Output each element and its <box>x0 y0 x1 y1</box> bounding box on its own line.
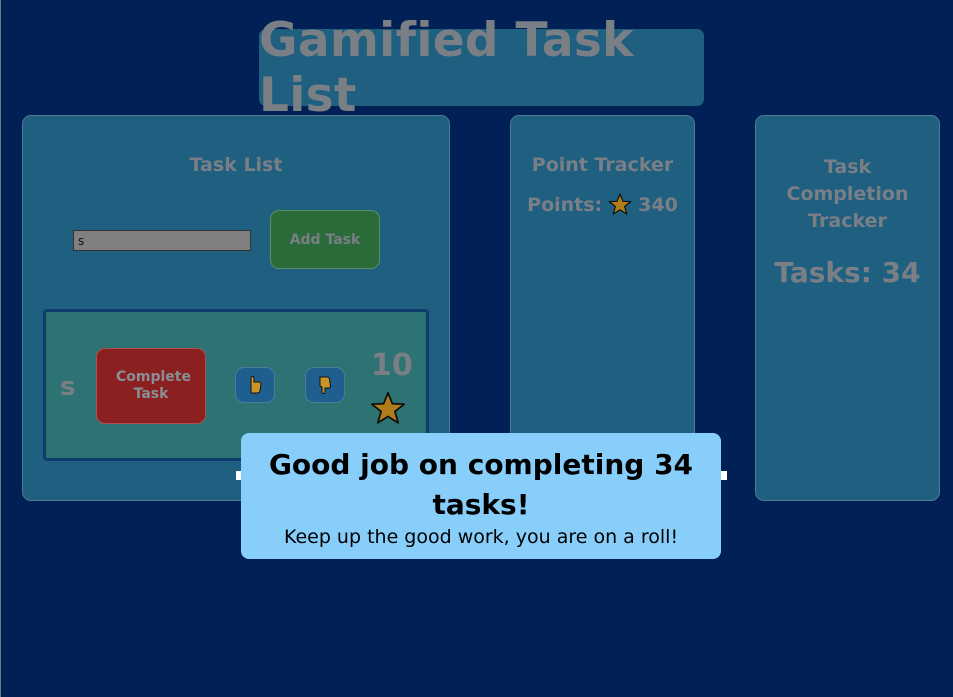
points-label: Points: <box>527 193 603 216</box>
thumbs-up-icon <box>250 376 262 394</box>
points-value: 340 <box>638 193 678 216</box>
task-points: 10 <box>371 348 413 383</box>
complete-task-label: Complete Task <box>116 369 191 402</box>
thumbs-down-button[interactable] <box>305 367 345 403</box>
notification-title: Good job on completing 34 tasks! <box>268 448 694 521</box>
add-task-button[interactable]: Add Task <box>270 210 380 269</box>
task-input[interactable] <box>73 230 251 251</box>
points-row: Points: 340 <box>511 193 694 216</box>
notification-popup: Good job on completing 34 tasks! Keep up… <box>241 433 721 559</box>
notification-edge-right <box>720 471 727 480</box>
complete-task-button[interactable]: Complete Task <box>96 348 206 424</box>
star-icon <box>608 193 632 215</box>
page-title: Gamified Task List <box>259 13 704 123</box>
thumbs-up-button[interactable] <box>235 367 275 403</box>
task-completion-panel: Task Completion Tracker Tasks: 34 <box>755 115 940 501</box>
task-name: s <box>60 372 76 402</box>
task-list-heading: Task List <box>189 154 283 176</box>
notification-message: Keep up the good work, you are on a roll… <box>283 526 679 548</box>
thumbs-down-icon <box>319 376 332 394</box>
point-tracker-heading: Point Tracker <box>531 154 674 176</box>
task-completion-heading: Task Completion Tracker <box>786 156 909 232</box>
star-icon <box>370 391 406 424</box>
tasks-count: Tasks: 34 <box>774 256 921 289</box>
